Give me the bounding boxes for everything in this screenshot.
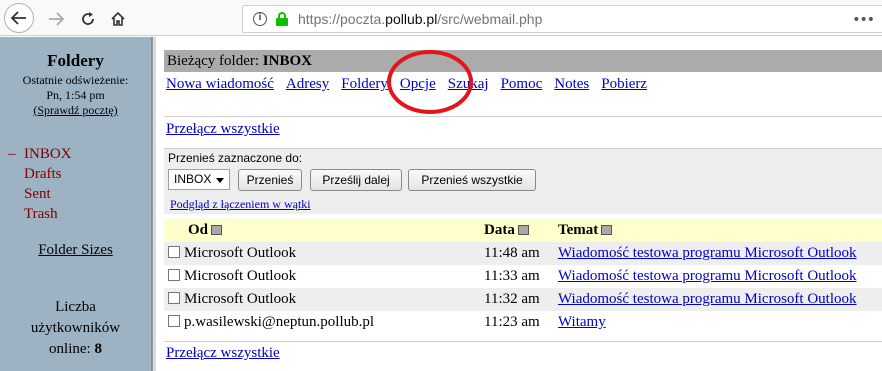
toggle-all-link-bottom[interactable]: Przełącz wszystkie [166, 345, 280, 362]
message-checkbox[interactable] [168, 315, 180, 327]
table-row: Microsoft Outlook 11:32 am Wiadomość tes… [164, 288, 882, 311]
menu-folders[interactable]: Foldery [341, 76, 388, 93]
home-icon[interactable] [104, 5, 132, 33]
message-checkbox[interactable] [168, 292, 180, 304]
folder-sizes-link[interactable]: Folder Sizes [0, 242, 151, 259]
thread-view-link[interactable]: Podgląd z łączeniem w wątki [170, 197, 311, 212]
folder-list: – INBOX Drafts Sent Trash [0, 144, 151, 224]
folders-sidebar: Foldery Ostatnie odświeżenie: Pn, 1:54 p… [0, 37, 152, 371]
menu-addresses[interactable]: Adresy [286, 76, 329, 93]
message-from: Microsoft Outlook [184, 245, 297, 261]
menu-new-message[interactable]: Nowa wiadomość [166, 76, 274, 93]
address-bar[interactable]: i https://poczta.pollub.pl/src/webmail.p… [242, 5, 882, 33]
move-folder-select[interactable]: INBOX [168, 169, 230, 190]
reload-icon[interactable] [74, 5, 102, 33]
menu-help[interactable]: Pomoc [501, 76, 543, 93]
forward-button[interactable]: Prześlij dalej [310, 169, 402, 191]
online-users-count: 8 [94, 341, 102, 357]
online-users: Liczba użytkowników online: 8 [30, 299, 121, 357]
message-list-frame: Bieżący folder: INBOX Nowa wiadomość Adr… [156, 37, 882, 371]
column-from[interactable]: Od [188, 219, 223, 242]
more-dots-icon[interactable]: ••• [852, 12, 875, 28]
current-folder-bar: Bieżący folder: INBOX [164, 50, 882, 72]
folder-item-drafts[interactable]: Drafts [8, 164, 151, 184]
chevron-down-icon [216, 178, 224, 183]
forward-arrow-icon[interactable] [42, 5, 70, 33]
column-date[interactable]: Data [484, 219, 529, 242]
message-date: 11:32 am [484, 291, 540, 307]
last-refresh: Ostatnie odświeżenie: Pn, 1:54 pm (Spraw… [0, 73, 151, 118]
menu-notes[interactable]: Notes [554, 76, 589, 93]
table-header: Od Data Temat [164, 219, 882, 242]
move-messages-panel: Przenieś zaznaczone do: INBOX Przenieś P… [164, 148, 882, 214]
message-date: 11:48 am [484, 245, 540, 261]
menu-download[interactable]: Pobierz [601, 76, 647, 93]
browser-toolbar: i https://poczta.pollub.pl/src/webmail.p… [0, 0, 882, 36]
table-row: p.wasilewski@neptun.pollub.pl 11:23 am W… [164, 311, 882, 334]
sort-icon[interactable] [517, 225, 529, 235]
message-checkbox[interactable] [168, 246, 180, 258]
move-button[interactable]: Przenieś [238, 169, 302, 191]
message-subject-link[interactable]: Witamy [558, 311, 606, 334]
annotation-circle [387, 50, 473, 114]
divider [164, 116, 882, 117]
current-folder-name: INBOX [262, 53, 312, 69]
table-row: Microsoft Outlook 11:48 am Wiadomość tes… [164, 242, 882, 265]
message-from: p.wasilewski@neptun.pollub.pl [184, 314, 375, 330]
back-arrow-icon[interactable] [4, 3, 34, 33]
message-from: Microsoft Outlook [184, 268, 297, 284]
sort-icon[interactable] [601, 225, 613, 235]
message-date: 11:33 am [484, 268, 540, 284]
url-text[interactable]: https://poczta.pollub.pl/src/webmail.php [298, 11, 542, 27]
message-checkbox[interactable] [168, 269, 180, 281]
message-date: 11:23 am [484, 314, 540, 330]
info-icon[interactable]: i [253, 12, 267, 26]
sidebar-title: Foldery [47, 51, 104, 70]
table-row: Microsoft Outlook 11:33 am Wiadomość tes… [164, 265, 882, 288]
message-subject-link[interactable]: Wiadomość testowa programu Microsoft Out… [558, 288, 857, 311]
move-all-button[interactable]: Przenieś wszystkie [408, 169, 536, 191]
lock-icon [276, 12, 288, 26]
check-mail-link[interactable]: (Sprawdź pocztę) [0, 103, 151, 118]
folder-item-sent[interactable]: Sent [8, 184, 151, 204]
divider [164, 341, 882, 342]
sort-icon[interactable] [211, 225, 223, 235]
folder-item-trash[interactable]: Trash [8, 204, 151, 224]
toggle-all-link-top[interactable]: Przełącz wszystkie [166, 121, 280, 138]
move-label: Przenieś zaznaczone do: [168, 151, 303, 165]
message-subject-link[interactable]: Wiadomość testowa programu Microsoft Out… [558, 265, 857, 288]
folder-item-inbox[interactable]: – INBOX [8, 144, 151, 164]
message-subject-link[interactable]: Wiadomość testowa programu Microsoft Out… [558, 242, 857, 265]
message-from: Microsoft Outlook [184, 291, 297, 307]
column-subject[interactable]: Temat [558, 219, 613, 242]
